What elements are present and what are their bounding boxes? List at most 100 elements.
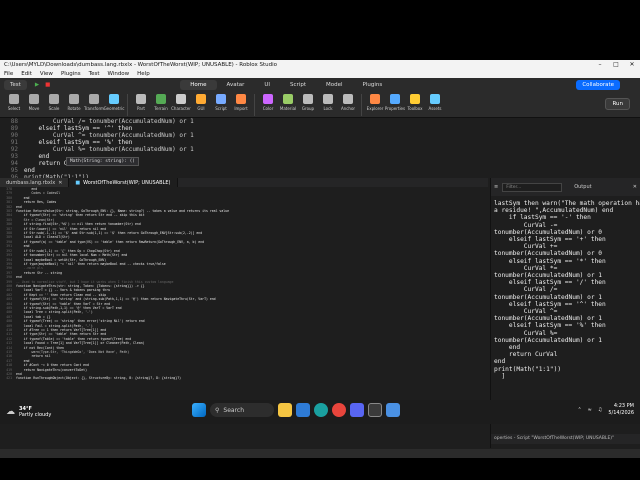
mode-select[interactable]: Test xyxy=(4,80,27,90)
taskbar-search[interactable]: ⚲ Search xyxy=(210,403,274,417)
top-code-editor[interactable]: 88 CurVal /= tonumber(AccumulatedNum) or… xyxy=(0,118,640,180)
tool-explorer[interactable]: Explorer xyxy=(365,94,385,118)
tool-move[interactable]: Move xyxy=(24,94,44,118)
tab-avatar[interactable]: Avatar xyxy=(217,80,255,90)
volume-icon[interactable]: ♫ xyxy=(598,407,602,413)
tool-scale[interactable]: Scale xyxy=(44,94,64,118)
clock[interactable]: 4:23 PM 5/14/2026 xyxy=(608,403,634,417)
run-button[interactable]: Run xyxy=(605,98,630,110)
menu-bar: File Edit View Plugins Test Window Help xyxy=(0,69,640,78)
tab-model[interactable]: Model xyxy=(316,80,353,90)
gui-icon xyxy=(196,94,206,104)
output-log: lastSym then warn("The math operation ha… xyxy=(494,200,640,380)
line-number: 92 xyxy=(10,146,18,153)
code-line[interactable]: 91 elseif lastSym == '%' then xyxy=(0,139,640,146)
tool-label: Properties xyxy=(384,106,406,111)
code-line[interactable]: 88 CurVal /= tonumber(AccumulatedNum) or… xyxy=(0,118,640,125)
code-text: CurVal ^= tonumber(AccumulatedNum) or 1 xyxy=(24,132,194,139)
weather-widget[interactable]: ☁ 34°F Partly cloudy xyxy=(0,406,51,418)
wifi-icon[interactable]: ≈ xyxy=(588,407,592,413)
title-bar: C:\Users\MYLD\Downloads\dumbass.lang.rbx… xyxy=(0,60,640,69)
menu-icon[interactable]: ≡ xyxy=(494,184,498,190)
tool-rotate[interactable]: Rotate xyxy=(64,94,84,118)
app-icon[interactable] xyxy=(386,403,400,417)
tool-label: Select xyxy=(7,106,21,111)
filter-input[interactable]: Filter... xyxy=(502,182,563,192)
group-icon xyxy=(303,94,313,104)
tool-label: Import xyxy=(234,106,248,111)
tool-label: Terrain xyxy=(154,106,168,111)
close-icon[interactable]: ✕ xyxy=(624,61,640,68)
menu-view[interactable]: View xyxy=(40,71,53,77)
tab-script[interactable]: Script xyxy=(280,80,316,90)
tool-group[interactable]: Group xyxy=(298,94,318,118)
tool-label: Part xyxy=(137,106,145,111)
line-number: 95 xyxy=(10,167,18,174)
tab-plugins[interactable]: Plugins xyxy=(353,80,393,90)
close-icon[interactable]: ✕ xyxy=(58,180,62,186)
maximize-icon[interactable]: □ xyxy=(608,61,624,68)
code-line[interactable]: 421 function RunThroughObject(Object: {},… xyxy=(0,376,490,380)
menu-window[interactable]: Window xyxy=(107,71,129,77)
code-text: return Res, Codes xyxy=(16,200,57,205)
tool-properties[interactable]: Properties xyxy=(385,94,405,118)
minimize-icon[interactable]: – xyxy=(592,61,608,68)
tool-material[interactable]: Material xyxy=(278,94,298,118)
tab-label: WorstOfTheWorst(WIP; UNUSABLE) xyxy=(83,179,171,186)
tool-gui[interactable]: GUI xyxy=(191,94,211,118)
store-icon[interactable] xyxy=(296,403,310,417)
tab-file-dumbass[interactable]: dumbass.lang.rbxlx ✕ xyxy=(0,178,70,187)
import-icon xyxy=(236,94,246,104)
tool-terrain[interactable]: Terrain xyxy=(151,94,171,118)
tool-label: Transform xyxy=(84,106,104,111)
tab-home[interactable]: Home xyxy=(180,80,217,90)
properties-footer: operties - Script "WorstOfTheWorst(WIP; … xyxy=(491,434,640,444)
search-label: Search xyxy=(223,406,245,414)
collaborate-button[interactable]: Collaborate xyxy=(576,80,620,90)
menu-file[interactable]: File xyxy=(4,71,13,77)
discord-icon[interactable] xyxy=(350,403,364,417)
tool-color[interactable]: Color xyxy=(258,94,278,118)
tool-anchor[interactable]: Anchor xyxy=(338,94,358,118)
play-icon[interactable]: ▶ xyxy=(35,82,39,88)
file-explorer-icon[interactable] xyxy=(278,403,292,417)
tool-character[interactable]: Character xyxy=(171,94,191,118)
edge-icon[interactable] xyxy=(314,403,328,417)
assets-icon xyxy=(430,94,440,104)
close-icon[interactable]: ✕ xyxy=(633,184,637,190)
code-line[interactable]: 89 elseif lastSym == '^' then xyxy=(0,125,640,132)
roblox-studio-icon[interactable] xyxy=(368,403,382,417)
chevron-up-icon[interactable]: ⌃ xyxy=(577,407,581,413)
ribbon-toolbar: Select Move Scale Rotate Transform Geometric P… xyxy=(0,92,640,118)
window-title: C:\Users\MYLD\Downloads\dumbass.lang.rbx… xyxy=(4,61,277,68)
tool-part[interactable]: Part xyxy=(131,94,151,118)
tool-label: Explorer xyxy=(366,106,384,111)
move-icon xyxy=(29,94,39,104)
file-tabs: dumbass.lang.rbxlx ✕ ■ WorstOfTheWorst(W… xyxy=(0,178,488,187)
properties-icon xyxy=(390,94,400,104)
tool-select[interactable]: Select xyxy=(4,94,24,118)
stop-icon[interactable]: ■ xyxy=(45,82,50,88)
code-line[interactable]: 95 end xyxy=(0,167,640,174)
menu-test[interactable]: Test xyxy=(89,71,100,77)
menu-plugins[interactable]: Plugins xyxy=(61,71,81,77)
code-line[interactable]: 90 CurVal ^= tonumber(AccumulatedNum) or… xyxy=(0,132,640,139)
menu-help[interactable]: Help xyxy=(137,71,150,77)
code-line[interactable]: 92 CurVal %= tonumber(AccumulatedNum) or… xyxy=(0,146,640,153)
tool-assets[interactable]: Assets xyxy=(425,94,445,118)
tool-lock[interactable]: Lock xyxy=(318,94,338,118)
windows-start-icon[interactable] xyxy=(192,403,206,417)
tool-transform[interactable]: Transform xyxy=(84,94,104,118)
tab-ui[interactable]: UI xyxy=(254,80,280,90)
ribbon-tabs: Test ▶ ■ Home Avatar UI Script Model Plu… xyxy=(0,78,640,92)
tool-label: Toolbox xyxy=(407,106,423,111)
tool-geometric[interactable]: Geometric xyxy=(104,94,124,118)
chrome-icon[interactable] xyxy=(332,403,346,417)
tool-toolbox[interactable]: Toolbox xyxy=(405,94,425,118)
line-number: 91 xyxy=(10,139,18,146)
tab-file-worstoftheworst[interactable]: ■ WorstOfTheWorst(WIP; UNUSABLE) xyxy=(69,178,178,187)
code-text: elseif lastSym == '^' then xyxy=(24,125,133,132)
tool-import[interactable]: Import xyxy=(231,94,251,118)
menu-edit[interactable]: Edit xyxy=(21,71,32,77)
tool-script[interactable]: Script xyxy=(211,94,231,118)
